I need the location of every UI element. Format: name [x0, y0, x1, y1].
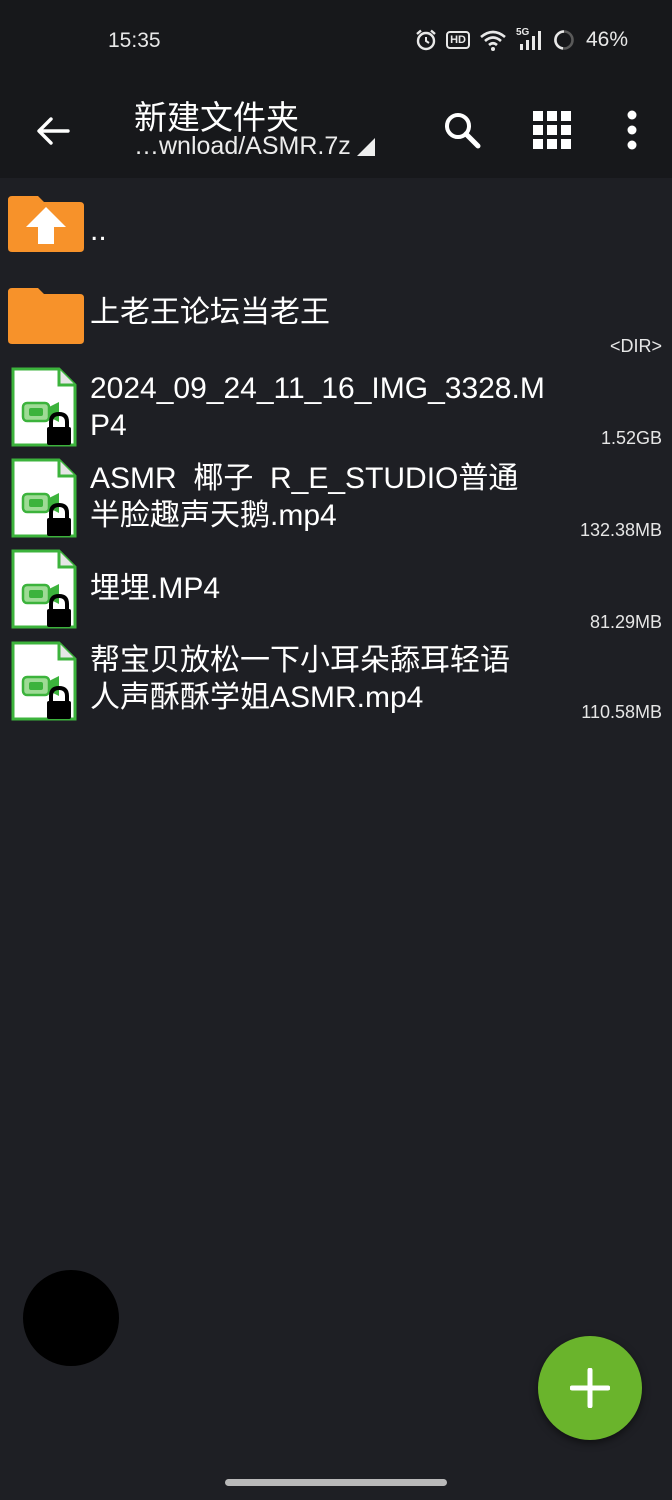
locked-video-file-icon	[11, 367, 77, 447]
home-indicator[interactable]	[225, 1479, 447, 1486]
list-item-folder[interactable]: 上老王论坛当老王 <DIR>	[0, 280, 672, 360]
more-vert-icon	[627, 110, 637, 150]
network-type: 5G	[515, 27, 530, 38]
file-name-line: 帮宝贝放松一下小耳朵舔耳轻语	[90, 644, 510, 677]
wifi-icon	[480, 30, 506, 51]
folder-icon	[8, 288, 84, 344]
folder-up-icon	[8, 196, 84, 252]
file-size: 1.52GB	[600, 428, 662, 448]
list-item-file[interactable]: 帮宝贝放松一下小耳朵舔耳轻语 人声酥酥学姐ASMR.mp4 110.58MB	[0, 638, 672, 724]
search-icon	[445, 113, 481, 149]
file-name-line: 半脸趣声天鹅.mp4	[90, 499, 337, 532]
file-name: 2024_09_24_11_16_IMG_3328.M P4	[90, 370, 570, 444]
list-item-file[interactable]: 2024_09_24_11_16_IMG_3328.M P4 1.52GB	[0, 364, 672, 450]
grid-view-icon	[533, 111, 571, 149]
file-size: 132.38MB	[579, 520, 662, 540]
file-name-line: 2024_09_24_11_16_IMG_3328.M	[90, 372, 545, 405]
search-button[interactable]	[436, 104, 488, 156]
file-name-line: P4	[90, 409, 127, 442]
file-name: 埋埋.MP4	[90, 572, 221, 605]
path-selector[interactable]: …wnload/ASMR.7z	[134, 132, 375, 161]
parent-dir-label: ..	[90, 214, 107, 247]
hd-icon: HD	[446, 31, 470, 49]
locked-video-file-icon	[11, 458, 77, 538]
status-icons: HD 5G 46%	[415, 27, 628, 52]
more-options-button[interactable]	[606, 104, 658, 156]
plus-icon	[570, 1368, 610, 1408]
battery-ring-icon	[554, 30, 574, 50]
file-name: 帮宝贝放松一下小耳朵舔耳轻语 人声酥酥学姐ASMR.mp4	[90, 642, 570, 716]
status-bar: 15:35 HD 5G 46%	[0, 0, 672, 88]
floating-ball[interactable]	[23, 1270, 119, 1366]
add-button[interactable]	[538, 1336, 642, 1440]
alarm-icon	[416, 29, 436, 51]
locked-video-file-icon	[11, 549, 77, 629]
list-item-file[interactable]: ASMR 椰子 R_E_STUDIO普通 半脸趣声天鹅.mp4 132.38MB	[0, 456, 672, 542]
path-dropdown-icon	[356, 138, 375, 156]
path-text: …wnload/ASMR.7z	[134, 132, 351, 160]
battery-percent: 46%	[585, 28, 628, 51]
file-name: ASMR 椰子 R_E_STUDIO普通 半脸趣声天鹅.mp4	[90, 460, 570, 534]
back-arrow-icon	[37, 117, 70, 145]
list-item-file[interactable]: 埋埋.MP4 81.29MB	[0, 548, 672, 634]
file-name-line: 人声酥酥学姐ASMR.mp4	[90, 681, 424, 714]
back-button[interactable]	[30, 108, 76, 154]
signal-icon: 5G	[515, 27, 544, 51]
status-time: 15:35	[108, 29, 161, 52]
file-size: 81.29MB	[589, 612, 662, 632]
locked-video-file-icon	[11, 641, 77, 721]
folder-dir-badge: <DIR>	[609, 336, 662, 356]
toolbar: 新建文件夹 …wnload/ASMR.7z	[0, 88, 672, 178]
grid-view-button[interactable]	[526, 104, 578, 156]
file-size: 110.58MB	[581, 702, 662, 722]
file-name-line: ASMR 椰子 R_E_STUDIO普通	[90, 462, 519, 495]
folder-name: 上老王论坛当老王	[90, 296, 330, 329]
list-item-parent[interactable]: ..	[0, 186, 672, 266]
